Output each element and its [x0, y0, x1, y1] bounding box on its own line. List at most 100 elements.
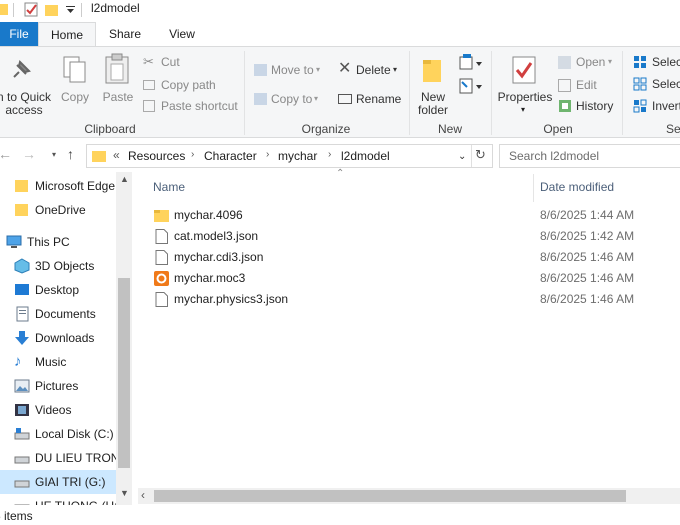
nav-label: GIAI TRI (G:)	[35, 475, 106, 489]
file-row[interactable]: mychar.4096 8/6/2025 1:44 AM	[154, 205, 674, 226]
paste-shortcut-button[interactable]: Paste shortcut	[143, 96, 243, 116]
properties-check-icon[interactable]	[24, 2, 39, 17]
copy-to-icon	[254, 93, 267, 105]
breadcrumb-l2dmodel[interactable]: l2dmodel	[341, 149, 390, 163]
delete-label: Delete	[356, 63, 391, 77]
copy-to-label: Copy to	[271, 92, 313, 106]
nav-item-documents[interactable]: Documents	[0, 302, 118, 326]
address-bar[interactable]: « Resources › Character › mychar › l2dmo…	[86, 144, 493, 168]
history-button[interactable]: History	[558, 96, 618, 116]
paste-icon	[105, 53, 129, 84]
open-button[interactable]: Open ▾	[558, 52, 628, 72]
rename-button[interactable]: Rename	[338, 89, 408, 109]
file-row[interactable]: mychar.physics3.json 8/6/2025 1:46 AM	[154, 289, 674, 310]
chevron-right-icon[interactable]: ›	[266, 149, 269, 160]
nav-item-microsoft-edge[interactable]: Microsoft Edge	[0, 174, 118, 198]
chevron-down-icon: ▾	[314, 94, 319, 103]
nav-label: HE THONG (H:)	[35, 494, 121, 505]
nav-label: Downloads	[35, 331, 95, 345]
nav-label: Desktop	[35, 283, 80, 297]
copy-path-button[interactable]: Copy path	[143, 75, 233, 95]
item-count: 5 items	[0, 509, 33, 523]
status-bar: 5 items	[0, 507, 680, 525]
chevron-down-icon: ▾	[521, 105, 526, 114]
divider	[491, 51, 492, 135]
nav-item-he-thong-h[interactable]: HE THONG (H:)	[0, 494, 121, 505]
chevron-right-icon[interactable]: ›	[328, 149, 331, 160]
breadcrumb-mychar[interactable]: mychar	[278, 149, 317, 163]
scroll-down-icon[interactable]: ▼	[120, 488, 129, 498]
invert-selection-icon	[633, 99, 647, 113]
nav-item-videos[interactable]: Videos	[0, 398, 118, 422]
ribbon-tabs: File Home Share View	[0, 22, 680, 47]
scrollbar-thumb[interactable]	[118, 278, 130, 468]
nav-item-onedrive[interactable]: OneDrive	[0, 198, 118, 222]
select-all-button[interactable]: Select	[633, 52, 680, 72]
up-arrow-icon[interactable]: ↑	[67, 146, 74, 162]
new-group-label: New	[437, 122, 462, 136]
edit-button[interactable]: Edit	[558, 75, 618, 95]
recent-locations-chevron-icon[interactable]: ▾	[52, 150, 56, 159]
file-row[interactable]: mychar.cdi3.json 8/6/2025 1:46 AM	[154, 247, 674, 268]
file-name: mychar.physics3.json	[174, 292, 289, 306]
customize-qat-icon[interactable]	[66, 5, 75, 14]
scrollbar-thumb[interactable]	[154, 490, 626, 502]
easy-access-icon[interactable]	[459, 77, 483, 95]
nav-item-music[interactable]: ♪ Music	[0, 350, 118, 374]
new-folder-icon	[423, 60, 441, 82]
3d-objects-icon	[14, 258, 30, 274]
nav-pane-scrollbar[interactable]: ▲ ▼	[116, 172, 132, 505]
nav-item-downloads[interactable]: Downloads	[0, 326, 118, 350]
title-bar: l2dmodel	[0, 0, 680, 20]
copy-path-label: Copy path	[161, 78, 216, 92]
breadcrumb-resources[interactable]: Resources	[128, 149, 185, 163]
computer-icon	[6, 235, 22, 248]
copy-icon	[63, 56, 86, 83]
file-list-horizontal-scrollbar[interactable]: ‹	[138, 488, 680, 504]
nav-item-this-pc[interactable]: This PC	[0, 230, 118, 254]
tab-file[interactable]: File	[0, 22, 38, 46]
select-none-label: Select	[652, 77, 680, 91]
nav-item-giai-tri-g[interactable]: GIAI TRI (G:)	[0, 470, 118, 494]
delete-button[interactable]: ✕ Delete ▾	[338, 60, 408, 80]
tab-view[interactable]: View	[154, 22, 210, 46]
scroll-up-icon[interactable]: ▲	[120, 174, 129, 184]
pin-label-2: access	[5, 103, 43, 117]
search-box[interactable]: Search l2dmodel	[499, 144, 680, 168]
breadcrumb-overflow[interactable]: «	[113, 148, 120, 162]
file-icon	[155, 292, 168, 307]
nav-item-local-disk-c[interactable]: Local Disk (C:)	[0, 422, 118, 446]
nav-item-du-lieu-trong[interactable]: DU LIEU TRONG	[0, 446, 129, 470]
tab-home[interactable]: Home	[38, 22, 96, 47]
column-divider[interactable]	[533, 174, 534, 202]
nav-label: Videos	[35, 403, 72, 417]
sort-ascending-icon: ⌃	[336, 168, 345, 179]
column-header-date-modified[interactable]: Date modified	[540, 180, 614, 194]
nav-item-3d-objects[interactable]: 3D Objects	[0, 254, 118, 278]
chevron-down-icon[interactable]: ⌄	[458, 151, 466, 162]
chevron-right-icon[interactable]: ›	[191, 149, 194, 160]
file-row[interactable]: cat.model3.json 8/6/2025 1:42 AM	[154, 226, 674, 247]
back-arrow-icon[interactable]: ←	[0, 146, 12, 162]
open-icon	[558, 56, 571, 69]
copy-label: Copy	[60, 90, 89, 104]
new-folder-qat-icon[interactable]	[45, 2, 59, 17]
breadcrumb-character[interactable]: Character	[204, 149, 257, 163]
nav-label: This PC	[27, 235, 70, 249]
file-row[interactable]: mychar.moc3 8/6/2025 1:46 AM	[154, 268, 674, 289]
copy-to-button[interactable]: Copy to ▾	[254, 89, 334, 109]
forward-arrow-icon[interactable]: →	[22, 146, 36, 162]
tab-share[interactable]: Share	[96, 22, 154, 46]
nav-item-desktop[interactable]: Desktop	[0, 278, 118, 302]
new-item-icon[interactable]	[459, 54, 483, 72]
folder-icon	[154, 210, 169, 222]
move-to-button[interactable]: Move to ▾	[254, 60, 334, 80]
scroll-left-icon[interactable]: ‹	[141, 488, 145, 502]
column-header-name[interactable]: Name	[153, 180, 185, 194]
select-none-icon	[633, 77, 647, 91]
open-group-label: Open	[543, 122, 573, 136]
nav-item-pictures[interactable]: Pictures	[0, 374, 118, 398]
invert-selection-button[interactable]: Invert	[633, 96, 680, 116]
refresh-icon[interactable]: ↻	[475, 147, 486, 163]
select-none-button[interactable]: Select	[633, 74, 680, 94]
